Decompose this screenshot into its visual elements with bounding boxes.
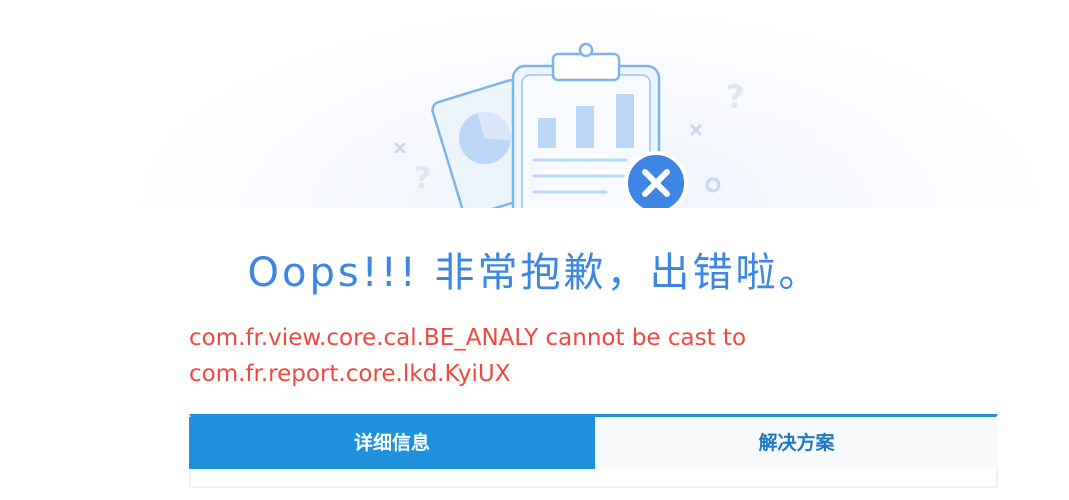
tab-solution[interactable]: 解决方案 xyxy=(595,417,998,469)
error-message-line: com.fr.report.core.lkd.KyiUX xyxy=(189,361,511,387)
decor-question-right: ? xyxy=(726,78,745,116)
error-message-line: com.fr.view.core.cal.BE_ANALY cannot be … xyxy=(189,325,747,351)
chart-bar xyxy=(538,118,556,148)
decor-question-left: ? xyxy=(414,161,431,196)
clipboard-error-illustration: ? ? xyxy=(394,42,745,208)
chart-bar xyxy=(616,94,634,148)
decor-cross-right xyxy=(690,124,702,136)
chart-bar xyxy=(576,106,594,148)
error-message: com.fr.view.core.cal.BE_ANALY cannot be … xyxy=(189,320,1009,392)
error-page: ? ? Oops!!! 非常抱歉，出错啦。 com.fr.view.core.c… xyxy=(0,0,1069,500)
tab-details[interactable]: 详细信息 xyxy=(189,417,595,469)
error-title: Oops!!! 非常抱歉，出错啦。 xyxy=(247,250,822,296)
decor-cross-left xyxy=(394,142,406,154)
close-icon xyxy=(624,151,688,208)
error-tabs-panel: 详细信息 解决方案 xyxy=(189,414,998,488)
decor-circle xyxy=(705,177,721,193)
